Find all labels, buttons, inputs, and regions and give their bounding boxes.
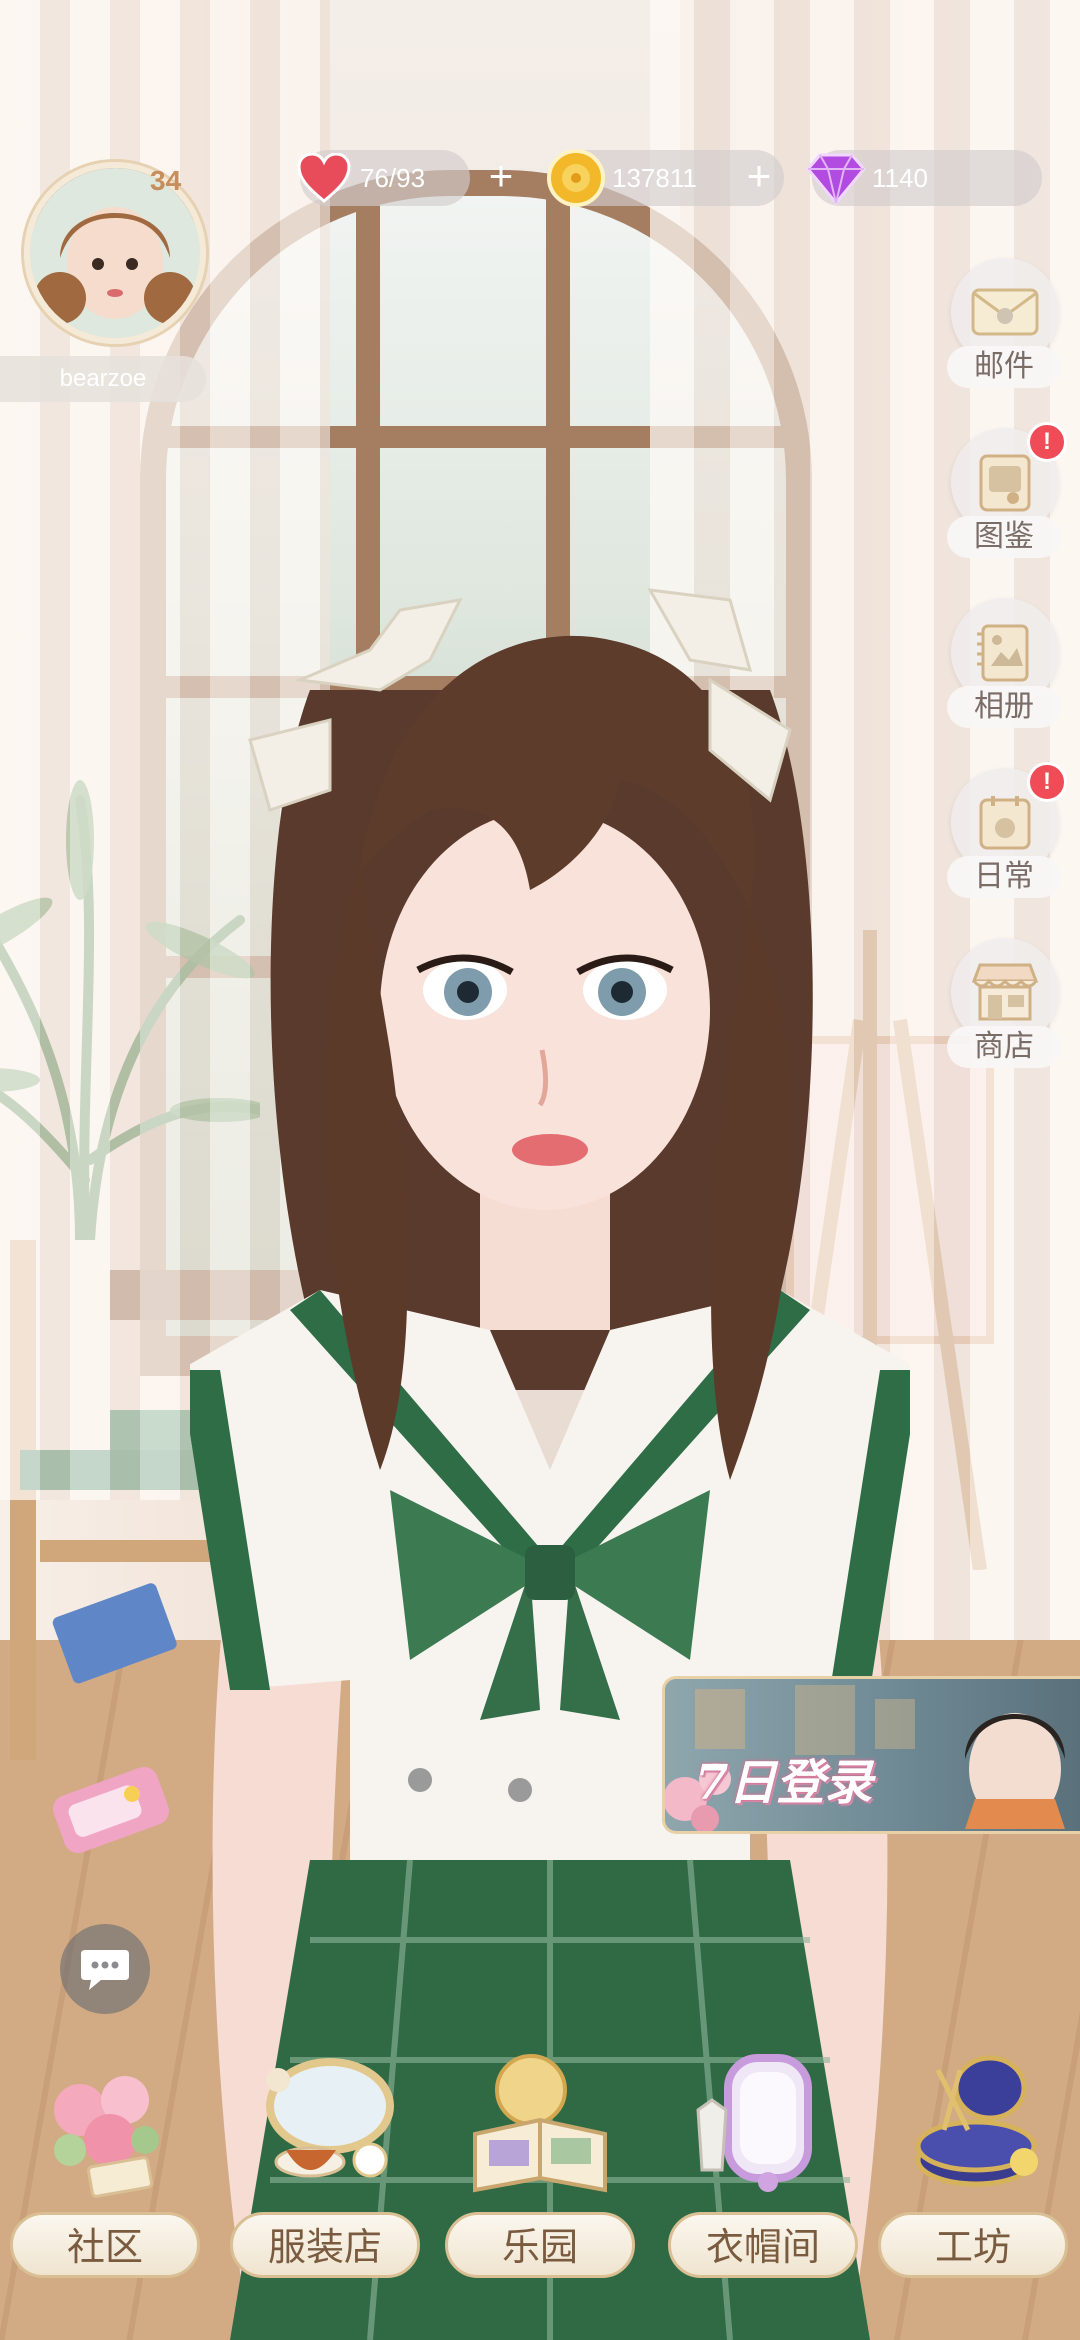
- album-icon: [977, 624, 1029, 682]
- chat-bubble-icon: [81, 1950, 129, 1990]
- chat-button[interactable]: [60, 1924, 150, 2014]
- nav-clothing-store-label: 服装店: [230, 2212, 420, 2278]
- heart-icon: [294, 148, 354, 208]
- storybook-icon: [473, 2054, 607, 2193]
- album-button[interactable]: 相册: [945, 598, 1063, 738]
- daily-icon: [979, 796, 1031, 850]
- shop-label: 商店: [947, 1026, 1061, 1068]
- seven-day-login-banner[interactable]: 7日登录: [662, 1676, 1080, 1834]
- shop-icon: [971, 963, 1039, 1021]
- player-level: 34: [150, 165, 182, 196]
- nav-wardrobe[interactable]: 衣帽间: [668, 2050, 858, 2290]
- sewing-box-icon: [915, 2055, 1038, 2187]
- diamond-counter[interactable]: 1140: [806, 150, 1042, 206]
- coin-icon: [546, 148, 606, 208]
- stamina-counter[interactable]: 76/93: [297, 150, 470, 206]
- gold-value: 137811: [612, 162, 697, 193]
- nav-clothing-store[interactable]: 服装店: [230, 2050, 420, 2290]
- username-label[interactable]: bearzoe: [0, 356, 206, 402]
- flower-bouquet-icon: [54, 2076, 159, 2198]
- add-gold-button[interactable]: +: [736, 155, 782, 201]
- collection-button[interactable]: ! 图鉴: [945, 422, 1067, 568]
- phone-icon[interactable]: [36, 1750, 186, 1870]
- collection-icon: [979, 454, 1031, 512]
- nav-wardrobe-label: 衣帽间: [668, 2212, 858, 2278]
- daily-alert-badge: !: [1027, 762, 1067, 802]
- nav-community[interactable]: 社区: [10, 2050, 200, 2290]
- diamond-value: 1140: [872, 162, 928, 193]
- event-title: 7日登录: [695, 1755, 873, 1811]
- add-stamina-button[interactable]: +: [478, 155, 524, 201]
- album-label: 相册: [947, 686, 1061, 728]
- diamond-icon: [806, 148, 866, 208]
- tea-mirror-icon: [266, 2058, 394, 2178]
- nav-paradise-label: 乐园: [445, 2212, 635, 2278]
- nav-workshop[interactable]: 工坊: [878, 2050, 1068, 2290]
- collection-alert-badge: !: [1027, 422, 1067, 462]
- mail-button[interactable]: 邮件: [945, 258, 1063, 398]
- daily-label: 日常: [947, 856, 1061, 898]
- username-text: bearzoe: [59, 365, 147, 392]
- mail-icon: [971, 288, 1039, 336]
- nav-community-label: 社区: [10, 2212, 200, 2278]
- daily-button[interactable]: ! 日常: [945, 762, 1067, 908]
- stamina-value: 76/93: [360, 162, 426, 193]
- wardrobe-mirror-icon: [696, 2054, 812, 2192]
- mail-label: 邮件: [947, 346, 1061, 388]
- shop-button[interactable]: 商店: [945, 938, 1063, 1078]
- nav-paradise[interactable]: 乐园: [445, 2050, 635, 2290]
- collection-label: 图鉴: [947, 516, 1061, 558]
- nav-workshop-label: 工坊: [878, 2212, 1068, 2278]
